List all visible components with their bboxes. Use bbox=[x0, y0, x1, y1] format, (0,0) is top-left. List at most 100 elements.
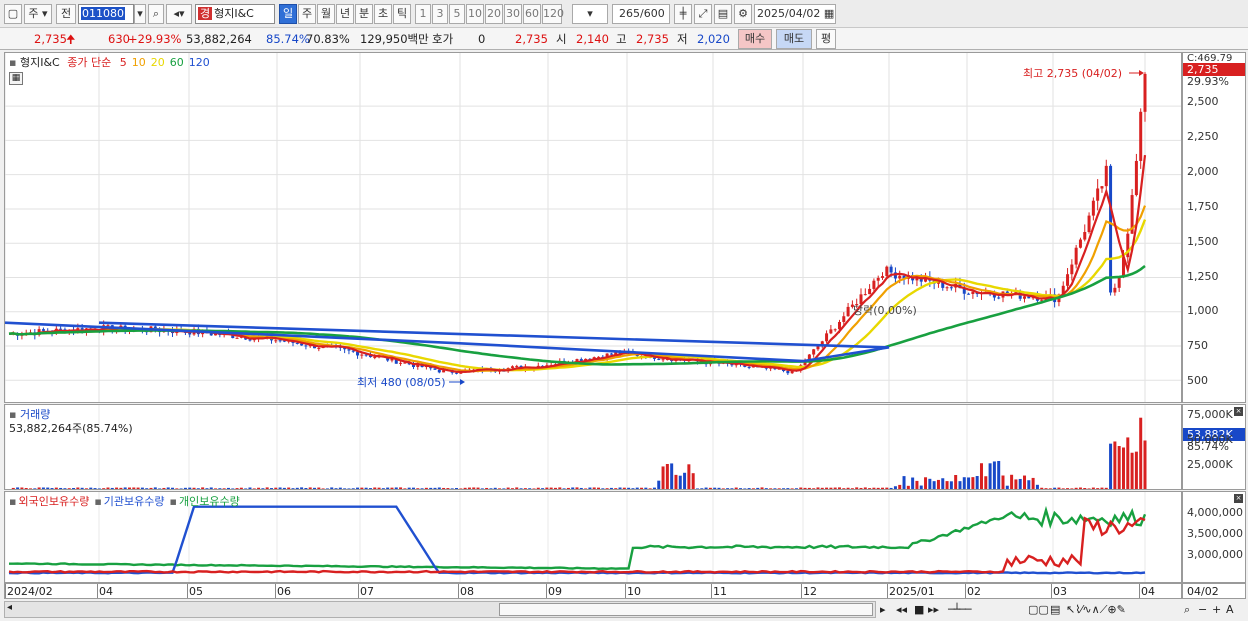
volume-bar bbox=[304, 487, 308, 489]
all-select[interactable]: 전 bbox=[56, 4, 76, 24]
volume-bar bbox=[498, 488, 502, 489]
x-tick-mark bbox=[711, 584, 712, 598]
chevron-down-icon[interactable]: ▾ bbox=[134, 4, 146, 24]
window-icon[interactable]: ▢ bbox=[4, 4, 22, 24]
interval-7[interactable]: 120 bbox=[542, 4, 564, 24]
ma-label-2: 20 bbox=[150, 56, 165, 69]
holding-chart-panel[interactable]: ▪ 외국인보유수량 ▪ 기관보유수량 ▪ 개인보유수량 bbox=[4, 491, 1182, 583]
candle-body bbox=[889, 266, 893, 273]
zoom-in-icon[interactable]: + bbox=[1212, 601, 1221, 618]
scroll-thumb[interactable] bbox=[499, 603, 873, 616]
date-input[interactable]: 2025/04/02 ▦ bbox=[754, 4, 836, 24]
volume-bar bbox=[924, 477, 928, 489]
y-tick-label: 3,000,000 bbox=[1187, 548, 1243, 561]
grid-toggle-icon[interactable]: ▦ bbox=[9, 72, 23, 85]
interval-4[interactable]: 20 bbox=[485, 4, 503, 24]
volume-bar bbox=[1010, 474, 1014, 489]
scroll-left-icon[interactable]: ◂ bbox=[7, 602, 12, 613]
legend-square-icon: ▪ bbox=[94, 495, 102, 508]
y-tick-label: 1,750 bbox=[1187, 199, 1219, 213]
candle-icon[interactable]: ╪ bbox=[674, 4, 692, 24]
volume-bar bbox=[1057, 487, 1061, 489]
volume-bar bbox=[773, 488, 777, 489]
candle-body bbox=[1078, 239, 1082, 248]
candle-body bbox=[1113, 287, 1117, 293]
search-icon[interactable]: ⌕ bbox=[148, 4, 164, 24]
count-input[interactable]: 265/600 bbox=[612, 4, 670, 24]
candle-body bbox=[1104, 165, 1108, 187]
zoom-slider[interactable]: ─┴── bbox=[948, 601, 971, 618]
candle-body bbox=[1100, 186, 1104, 189]
volume-bar bbox=[739, 488, 743, 489]
volume-bar bbox=[592, 487, 596, 489]
price-chart-panel[interactable]: 최고 2,735 (04/02) 최저 480 (08/05) 당락(0.00%) … bbox=[4, 52, 1182, 403]
rewind-icon[interactable]: ◂◂ bbox=[896, 601, 907, 618]
candle-body bbox=[786, 371, 790, 374]
forward-icon[interactable]: ▸▸ bbox=[928, 601, 939, 618]
buy-button[interactable]: 매수 bbox=[738, 29, 772, 49]
gear-icon[interactable]: ⚙ bbox=[734, 4, 752, 24]
market-select[interactable]: 주 ▾ bbox=[24, 4, 52, 24]
candle-body bbox=[609, 353, 613, 355]
candle-body bbox=[872, 280, 876, 289]
x-tick-mark bbox=[546, 584, 547, 598]
interval-5[interactable]: 30 bbox=[504, 4, 522, 24]
interval-2[interactable]: 5 bbox=[449, 4, 465, 24]
candle-body bbox=[833, 329, 837, 331]
text-tool-icon[interactable]: A bbox=[1226, 601, 1234, 618]
stop-icon[interactable]: ■ bbox=[914, 601, 924, 618]
period-tab-5[interactable]: 초 bbox=[374, 4, 392, 24]
stock-name-field[interactable]: 경 형지I&C bbox=[195, 4, 275, 24]
ma5-line bbox=[8, 154, 1147, 374]
close-icon[interactable]: × bbox=[1234, 407, 1243, 416]
volume-bar bbox=[399, 487, 403, 489]
close-icon[interactable]: × bbox=[1234, 494, 1243, 503]
volume-axis: × 53,882K 85.74% 75,000K 50,000K 25,000K bbox=[1182, 404, 1246, 490]
interval-dropdown[interactable]: ▾ bbox=[572, 4, 608, 24]
period-tab-6[interactable]: 틱 bbox=[393, 4, 411, 24]
volume-bar bbox=[545, 487, 549, 489]
volume-bar bbox=[644, 487, 648, 489]
volume-bar bbox=[825, 487, 829, 489]
volume-bar bbox=[295, 487, 299, 489]
price-chart[interactable]: 최고 2,735 (04/02) 최저 480 (08/05) 당락(0.00%) bbox=[4, 53, 1181, 402]
zoom-out-icon[interactable]: − bbox=[1198, 601, 1207, 618]
stock-code-input[interactable]: 011080 bbox=[78, 4, 134, 24]
volume-bar bbox=[442, 487, 446, 489]
period-tab-1[interactable]: 주 bbox=[298, 4, 316, 24]
volume-bar bbox=[575, 487, 579, 489]
table-icon[interactable]: ▤ bbox=[1050, 601, 1060, 618]
y-tick-label: 75,000K bbox=[1187, 408, 1233, 421]
calendar-icon[interactable]: ▦ bbox=[824, 7, 834, 20]
volume-chart-panel[interactable]: ▪ 거래량 53,882,264주(85.74%) bbox=[4, 404, 1182, 490]
avg-button[interactable]: 평 bbox=[816, 29, 836, 49]
zoom-search-icon[interactable]: ⌕ bbox=[1184, 601, 1190, 618]
x-tick-label: 03 bbox=[1053, 585, 1067, 598]
interval-1[interactable]: 3 bbox=[432, 4, 448, 24]
draw-tools-icon[interactable]: ↖⌇⁄∿∧⟋⊕✎ bbox=[1066, 601, 1126, 618]
interval-6[interactable]: 60 bbox=[523, 4, 541, 24]
x-tick-label: 04 bbox=[1141, 585, 1155, 598]
volume-bar bbox=[343, 488, 347, 489]
volume-chart[interactable] bbox=[4, 405, 1181, 489]
volume-bar bbox=[1044, 488, 1048, 489]
period-tab-3[interactable]: 년 bbox=[336, 4, 354, 24]
speaker-icon[interactable]: ◂▾ bbox=[166, 4, 192, 24]
line-tool-icon[interactable]: ⤢ bbox=[694, 4, 712, 24]
period-tab-0[interactable]: 일 bbox=[279, 4, 297, 24]
candle-body bbox=[1087, 215, 1091, 232]
legend-square-icon: ▪ bbox=[9, 495, 17, 508]
y-tick-label: 1,250 bbox=[1187, 269, 1219, 283]
save-icon[interactable]: ▤ bbox=[714, 4, 732, 24]
interval-3[interactable]: 10 bbox=[466, 4, 484, 24]
sell-button[interactable]: 매도 bbox=[776, 29, 812, 49]
period-tab-2[interactable]: 월 bbox=[317, 4, 335, 24]
x-tick-label: 2024/02 bbox=[7, 585, 53, 598]
x-tick-mark bbox=[801, 584, 802, 598]
compare-icon[interactable]: ▢▢ bbox=[1028, 601, 1049, 618]
period-tab-4[interactable]: 분 bbox=[355, 4, 373, 24]
play-icon[interactable]: ▸ bbox=[880, 601, 886, 618]
interval-0[interactable]: 1 bbox=[415, 4, 431, 24]
horizontal-scrollbar[interactable]: ◂ bbox=[4, 601, 876, 618]
candle-body bbox=[373, 357, 377, 359]
